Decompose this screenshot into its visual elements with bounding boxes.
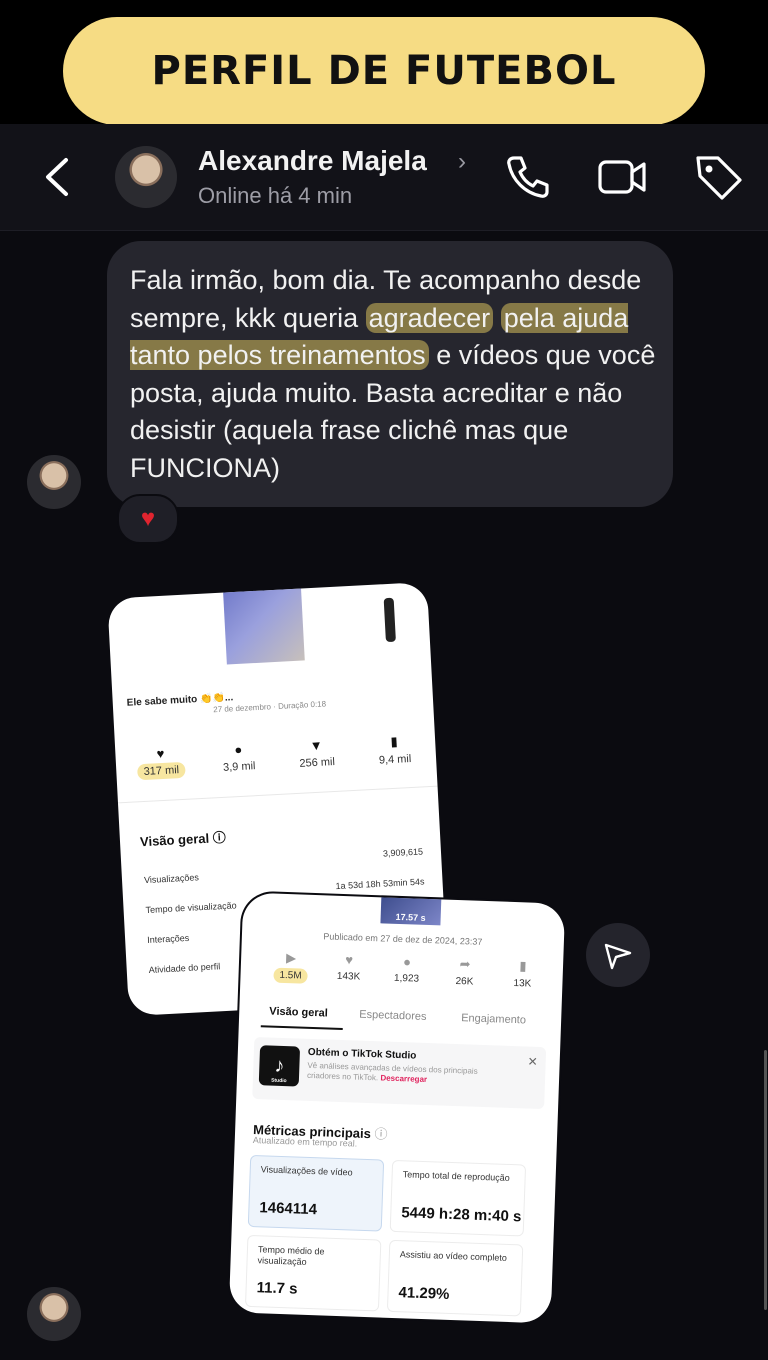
info-icon: ⓘ [374,1126,388,1142]
sender-avatar[interactable] [27,455,81,509]
metric-value: 1464114 [259,1199,318,1219]
stat-value: 317 mil [137,761,186,781]
stat-value: 3,9 mil [222,760,256,774]
stat-value: 9,4 mil [378,752,412,767]
sender-avatar[interactable] [27,1287,81,1341]
info-icon: ⓘ [212,829,227,846]
microphone-icon [383,597,396,643]
overview-row-value: 3,909,615 [382,846,424,859]
bookmark-icon: ▮ [519,958,527,974]
overview-row-label: Tempo de visualização [145,900,237,916]
title-banner: PERFIL DE FUTEBOL [63,17,705,125]
back-chevron-icon[interactable] [40,154,76,200]
message-text: Fala irmão, bom dia. Te acompanho desde … [130,262,660,487]
highlighted-text: agradecer [365,302,494,333]
tag-icon[interactable] [692,150,746,204]
overview-row-label: Interações [146,932,190,946]
stat-likes: ♥ 143K [320,951,377,983]
heart-icon: ♥ [156,745,165,762]
stat-value: 13K [513,977,532,990]
video-camera-icon[interactable] [596,150,650,204]
tab-viewers[interactable]: Espectadores [359,1009,427,1023]
contact-avatar[interactable] [115,146,177,208]
stat-value: 143K [336,970,361,983]
active-tab-indicator [260,1025,343,1031]
stat-shares: ➦ 26K [436,955,493,988]
promo-text: Vê análises avançadas de vídeos dos prin… [307,1061,508,1088]
stat-saves: ▮ 9,4 mil [359,732,431,768]
metric-value: 11.7 s [256,1279,298,1298]
play-icon: ▶ [285,950,297,966]
stat-shares: ▼ 256 mil [281,736,353,771]
stat-value: 26K [455,975,474,988]
overview-row-label: Atividade do perfil [148,961,221,975]
scrollbar[interactable] [764,1050,767,1310]
promo-title: Obtém o TikTok Studio [307,1046,417,1062]
stat-likes: ♥ 317 mil [125,744,197,781]
chevron-right-icon[interactable]: › [458,148,466,176]
stat-value: 1.5M [273,967,308,984]
overview-title-text: Visão geral [139,830,210,850]
metric-card[interactable]: Tempo médio de visualização 11.7 s [244,1234,382,1312]
overview-title: Visão geral ⓘ [140,827,227,850]
shared-screenshot-2[interactable]: 17.57 s Publicado em 27 de dez de 2024, … [228,892,566,1324]
metric-label: Assistiu ao vídeo completo [399,1249,508,1263]
online-status: Online há 4 min [198,183,353,208]
metric-label: Visualizações de vídeo [260,1164,353,1178]
send-icon [604,943,632,970]
comment-icon: ● [402,954,412,970]
published-date: Publicado em 27 de dez de 2024, 23:37 [323,931,483,947]
stat-views: ▶ 1.5M [262,949,319,984]
video-thumbnail [222,582,396,665]
metric-card[interactable]: Tempo total de reprodução 5449 h:28 m:40… [389,1159,527,1237]
share-icon: ➦ [459,956,471,972]
metric-value: 5449 h:28 m:40 s [401,1204,522,1226]
overview-row-label: Visualizações [143,872,200,886]
comment-icon: ● [234,741,243,758]
stat-saves: ▮ 13K [494,957,551,990]
stat-comments: ● 3,9 mil [203,740,275,775]
close-icon[interactable]: ✕ [527,1055,538,1069]
phone-icon[interactable] [500,150,554,204]
heart-icon: ♥ [345,952,354,968]
metric-card[interactable]: Assistiu ao vídeo completo 41.29% [386,1239,524,1317]
heart-reaction-icon[interactable]: ♥ [117,494,179,544]
bookmark-icon: ▮ [390,733,399,750]
contact-name[interactable]: Alexandre Majela [198,145,427,177]
tab-engagement[interactable]: Engajamento [461,1012,526,1026]
metric-label: Tempo total de reprodução [402,1169,510,1183]
stat-value: 256 mil [299,755,336,770]
share-icon: ▼ [309,737,324,754]
tiktok-studio-promo[interactable]: ♪ Studio Obtém o TikTok Studio Vê anális… [252,1036,547,1110]
share-button[interactable] [586,923,650,987]
download-link[interactable]: Descarregar [380,1073,427,1084]
divider [117,785,438,804]
metric-card[interactable]: Visualizações de vídeo 1464114 [247,1154,385,1232]
tab-overview[interactable]: Visão geral [269,1005,328,1019]
metric-value: 41.29% [398,1284,450,1303]
stat-comments: ● 1,923 [378,953,435,985]
overview-row-value: 1a 53d 18h 53min 54s [335,876,425,892]
stat-value: 1,923 [393,972,420,985]
metric-label: Tempo médio de visualização [257,1244,325,1267]
